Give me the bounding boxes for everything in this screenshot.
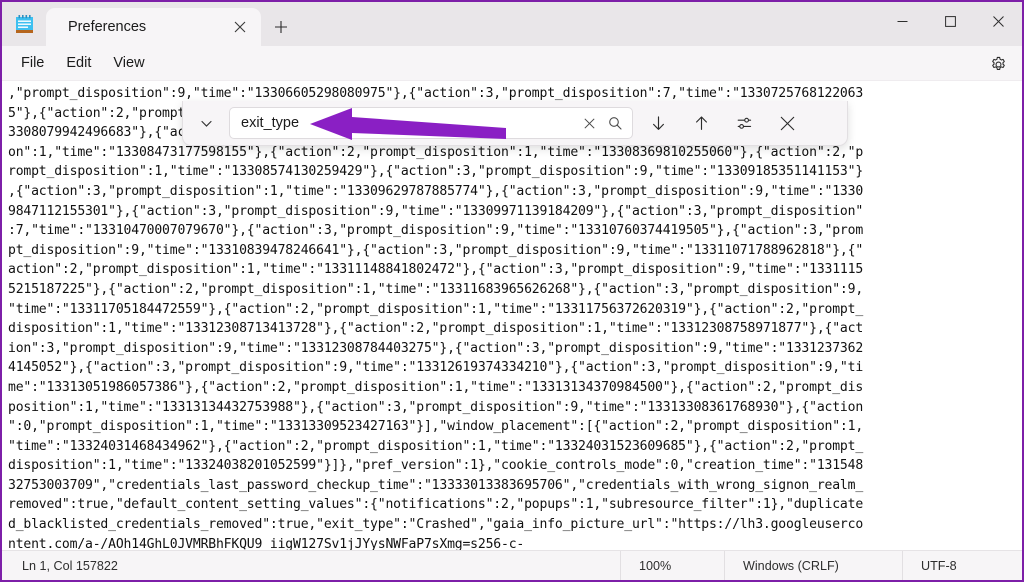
- minimize-button[interactable]: [878, 2, 926, 40]
- document-line: "time":"13311705184472559"},{"action":2,…: [8, 301, 864, 317]
- document-line: disposition":1,"time":"13312308713413728…: [8, 321, 864, 337]
- cursor-position: Ln 1, Col 157822: [22, 558, 118, 573]
- text-editor-area[interactable]: ,"prompt_disposition":9,"time":"13306605…: [2, 81, 1022, 550]
- close-icon[interactable]: [225, 12, 255, 42]
- document-text[interactable]: ,"prompt_disposition":9,"time":"13306605…: [8, 84, 1022, 550]
- document-line: d_blacklisted_credentials_removed":true,…: [8, 517, 864, 533]
- document-line: ":0,"prompt_disposition":1,"time":"13313…: [8, 419, 864, 435]
- document-line: 9847112155301"},{"action":3,"prompt_disp…: [8, 203, 864, 219]
- document-line: "time":"13324031468434962"},{"action":2,…: [8, 438, 864, 454]
- plus-icon: [275, 21, 287, 33]
- expand-find-replace-button[interactable]: [191, 108, 221, 138]
- notepad-icon: [14, 14, 35, 36]
- gear-icon: [991, 56, 1005, 70]
- document-line: :7,"time":"13310470007079670"},{"action"…: [8, 223, 864, 239]
- settings-button[interactable]: [984, 50, 1012, 78]
- menu-edit[interactable]: Edit: [55, 50, 102, 76]
- document-line: pt_disposition":9,"time":"13310839478246…: [8, 242, 864, 258]
- document-line: position":1,"time":"13313134432753988"},…: [8, 399, 864, 415]
- find-options-button[interactable]: [729, 108, 760, 139]
- arrow-up-icon: [696, 115, 707, 130]
- document-line: action":2,"prompt_disposition":1,"time":…: [8, 262, 864, 278]
- document-line: disposition":1,"time":"13324038201052599…: [8, 458, 864, 474]
- tab-title: Preferences: [68, 19, 147, 35]
- sliders-icon: [737, 117, 752, 129]
- clear-search-icon[interactable]: [576, 110, 602, 136]
- minimize-icon: [897, 20, 907, 22]
- close-icon: [780, 116, 795, 130]
- document-line: removed":true,"default_content_setting_v…: [8, 497, 864, 513]
- line-ending[interactable]: Windows (CRLF): [724, 550, 902, 580]
- document-line: ,{"action":3,"prompt_disposition":1,"tim…: [8, 183, 864, 199]
- document-line: me":"13313051986057386"},{"action":2,"pr…: [8, 379, 864, 395]
- notepad-window: Preferences File Edit View ,"prompt_disp…: [0, 0, 1024, 582]
- menu-file[interactable]: File: [10, 50, 55, 76]
- tab-strip: Preferences: [46, 2, 301, 46]
- encoding[interactable]: UTF-8: [902, 550, 1022, 580]
- maximize-icon: [944, 15, 956, 27]
- status-bar: Ln 1, Col 157822 100% Windows (CRLF) UTF…: [2, 550, 1022, 580]
- tab-preferences[interactable]: Preferences: [46, 8, 261, 46]
- menu-view[interactable]: View: [102, 50, 155, 76]
- new-tab-button[interactable]: [261, 8, 301, 46]
- find-tools: [643, 108, 803, 139]
- find-previous-button[interactable]: [686, 108, 717, 139]
- close-find-bar-button[interactable]: [772, 108, 803, 139]
- arrow-down-icon: [653, 115, 664, 130]
- find-input[interactable]: [241, 109, 576, 137]
- document-line: 5215187225"},{"action":2,"prompt_disposi…: [8, 281, 864, 297]
- document-line: 32753003709","credentials_last_password_…: [8, 477, 864, 493]
- find-next-button[interactable]: [643, 108, 674, 139]
- chevron-down-icon: [200, 120, 212, 127]
- find-input-wrapper[interactable]: [229, 107, 633, 139]
- search-icon[interactable]: [602, 110, 628, 136]
- document-line: 4145052"},{"action":3,"prompt_dispositio…: [8, 360, 864, 376]
- find-bar: [182, 101, 848, 146]
- close-icon: [992, 15, 1004, 27]
- window-controls: [878, 2, 1022, 40]
- maximize-button[interactable]: [926, 2, 974, 40]
- document-line: rompt_disposition":1,"time":"13308574130…: [8, 164, 864, 180]
- zoom-level[interactable]: 100%: [620, 550, 724, 580]
- close-window-button[interactable]: [974, 2, 1022, 40]
- document-line: ntent.com/a-/AOh14GhL0JVMRBhFKQU9 iigW12…: [8, 536, 525, 550]
- title-bar: Preferences: [2, 2, 1022, 46]
- document-line: ion":3,"prompt_disposition":9,"time":"13…: [8, 340, 864, 356]
- menu-bar: File Edit View: [2, 46, 1022, 81]
